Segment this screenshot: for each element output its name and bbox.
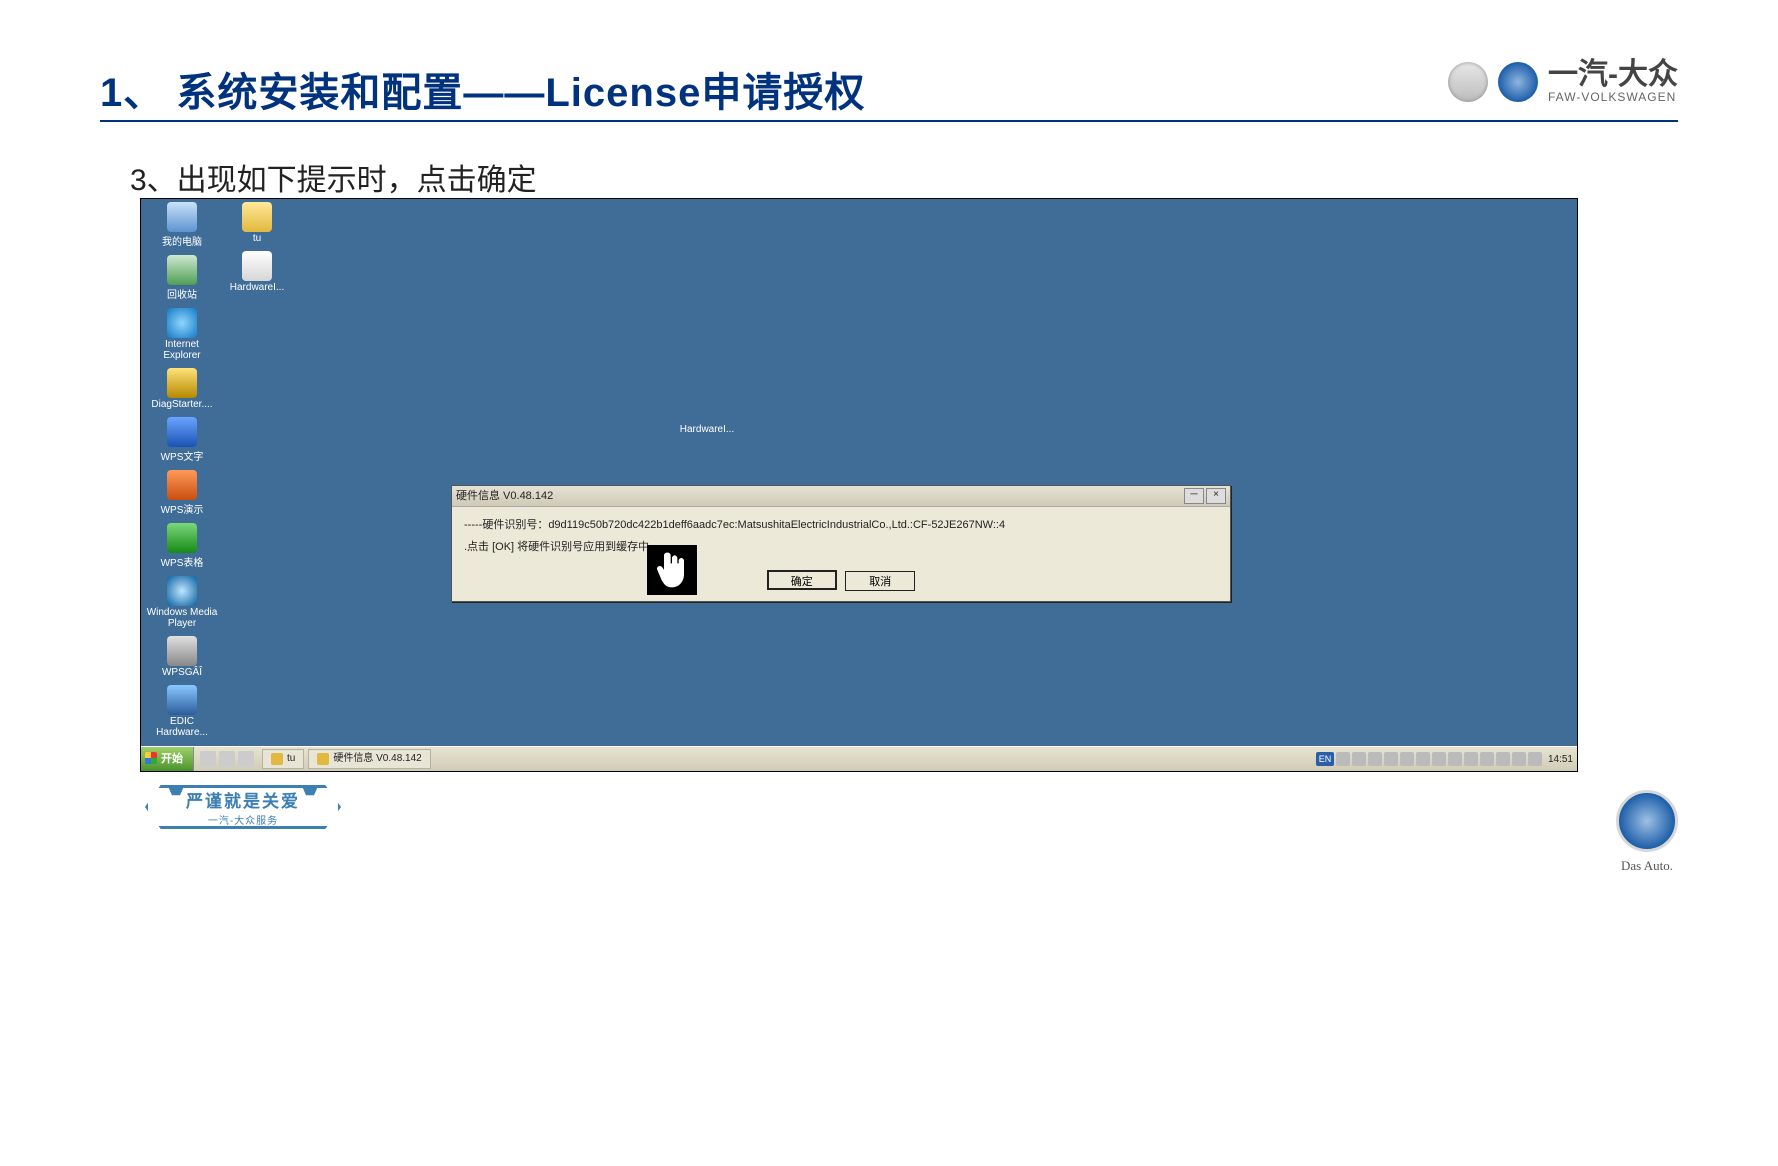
brand-en: FAW-VOLKSWAGEN (1548, 90, 1678, 104)
cursor-highlight (647, 545, 697, 595)
icon-wps-writer[interactable]: WPS文字 (146, 414, 218, 463)
icon-ie[interactable]: Internet Explorer (146, 305, 218, 361)
icon-wmp[interactable]: Windows Media Player (146, 573, 218, 629)
motto-big: 严谨就是关爱 (186, 787, 300, 812)
vw-badge-icon (1498, 62, 1538, 102)
recycle-icon (167, 255, 197, 285)
pointer-hand-icon (656, 550, 688, 590)
header-rule (100, 120, 1678, 122)
bolt-icon (168, 780, 184, 796)
tray-icon[interactable] (1432, 752, 1446, 766)
tray-icon[interactable] (1480, 752, 1494, 766)
tray-icon[interactable] (1448, 752, 1462, 766)
tray-icon[interactable] (1512, 752, 1526, 766)
system-tray: EN 14:51 (1312, 747, 1577, 771)
cancel-button[interactable]: 取消 (845, 571, 915, 591)
tray-icon[interactable] (1352, 752, 1366, 766)
icon-wpsg[interactable]: WPSGÂÎ (146, 633, 218, 678)
icon-diagstarter[interactable]: DiagStarter.... (146, 365, 218, 410)
footer-vw-logo: Das Auto. (1616, 790, 1678, 874)
edic-icon (167, 685, 197, 715)
folder-icon (242, 202, 272, 232)
brand-cn: 一汽-大众 (1548, 60, 1678, 90)
ql-icon-3[interactable] (238, 751, 254, 767)
computer-icon (167, 202, 197, 232)
brand-text: 一汽-大众 FAW-VOLKSWAGEN (1548, 60, 1678, 104)
icon-hardwarei[interactable]: HardwareI... (221, 248, 293, 293)
tray-icon[interactable] (1528, 752, 1542, 766)
tray-icon[interactable] (1368, 752, 1382, 766)
app-icon (317, 753, 329, 765)
ql-icon-1[interactable] (200, 751, 216, 767)
icon-wps-spreadsheet[interactable]: WPS表格 (146, 520, 218, 569)
hardware-id-line: -----硬件识别号：d9d119c50b720dc422b1deff6aadc… (464, 517, 1218, 535)
start-button[interactable]: 开始 (141, 747, 194, 771)
wps-spreadsheet-icon (167, 523, 197, 553)
taskbar-task-tu[interactable]: tu (262, 749, 304, 769)
icon-edic[interactable]: EDIC Hardware... (146, 682, 218, 738)
step-instruction: 3、出现如下提示时，点击确定 (130, 155, 537, 199)
wps-writer-icon (167, 417, 197, 447)
windows-desktop-screenshot: 我的电脑 回收站 Internet Explorer DiagStarter..… (140, 198, 1578, 772)
tray-icon[interactable] (1496, 752, 1510, 766)
dialog-titlebar[interactable]: 硬件信息 V0.48.142 ─ × (452, 486, 1230, 507)
hardware-info-dialog: 硬件信息 V0.48.142 ─ × -----硬件识别号：d9d119c50b… (451, 485, 1231, 602)
motto-small: 一汽-大众服务 (208, 812, 278, 827)
desktop-column-2: tu HardwareI... (221, 199, 293, 293)
wmp-icon (167, 576, 197, 606)
faw-badge-icon (1448, 62, 1488, 102)
taskbar: 开始 tu 硬件信息 V0.48.142 EN (141, 746, 1577, 771)
dialog-window-buttons: ─ × (1184, 488, 1226, 504)
instruction-line: .点击 [OK] 将硬件识别号应用到缓存中。 (464, 539, 1218, 557)
language-indicator[interactable]: EN (1316, 752, 1334, 766)
bolt-icon (302, 780, 318, 796)
quick-launch (194, 747, 260, 771)
ql-icon-2[interactable] (219, 751, 235, 767)
hex-frame: 严谨就是关爱 一汽-大众服务 (145, 785, 341, 829)
vw-logo-icon (1616, 790, 1678, 852)
diag-icon (167, 368, 197, 398)
das-auto-tagline: Das Auto. (1616, 858, 1678, 874)
ok-button[interactable]: 确定 (767, 570, 837, 590)
icon-tu-folder[interactable]: tu (221, 199, 293, 244)
icon-wps-presentation[interactable]: WPS演示 (146, 467, 218, 516)
close-button[interactable]: × (1206, 488, 1226, 504)
dialog-title-text: 硬件信息 V0.48.142 (456, 486, 553, 506)
icon-hardwarei-center[interactable]: HardwareI... (671, 424, 743, 435)
dialog-footer: 确定 取消 (452, 570, 1230, 601)
brand-logo-block: 一汽-大众 FAW-VOLKSWAGEN (1448, 60, 1678, 104)
taskbar-clock: 14:51 (1544, 754, 1573, 765)
dialog-body: -----硬件识别号：d9d119c50b720dc422b1deff6aadc… (452, 507, 1230, 570)
slide-header: 1、 系统安装和配置——License申请授权 (100, 60, 1678, 118)
taskbar-task-hwinfo[interactable]: 硬件信息 V0.48.142 (308, 749, 430, 769)
folder-icon (271, 753, 283, 765)
icon-recycle[interactable]: 回收站 (146, 252, 218, 301)
service-motto-badge: 严谨就是关爱 一汽-大众服务 (145, 785, 341, 829)
minimize-button[interactable]: ─ (1184, 488, 1204, 504)
wps-presentation-icon (167, 470, 197, 500)
wpsg-icon (167, 636, 197, 666)
ie-icon (167, 308, 197, 338)
slide: 1、 系统安装和配置——License申请授权 一汽-大众 FAW-VOLKSW… (0, 0, 1778, 1166)
tray-icon[interactable] (1416, 752, 1430, 766)
desktop-column-1: 我的电脑 回收站 Internet Explorer DiagStarter..… (146, 199, 218, 738)
tray-icon[interactable] (1336, 752, 1350, 766)
tray-icon[interactable] (1400, 752, 1414, 766)
slide-title: 1、 系统安装和配置——License申请授权 (100, 60, 1678, 118)
tray-icon[interactable] (1384, 752, 1398, 766)
tray-icon[interactable] (1464, 752, 1478, 766)
hardware-icon (242, 251, 272, 281)
icon-mycomputer[interactable]: 我的电脑 (146, 199, 218, 248)
